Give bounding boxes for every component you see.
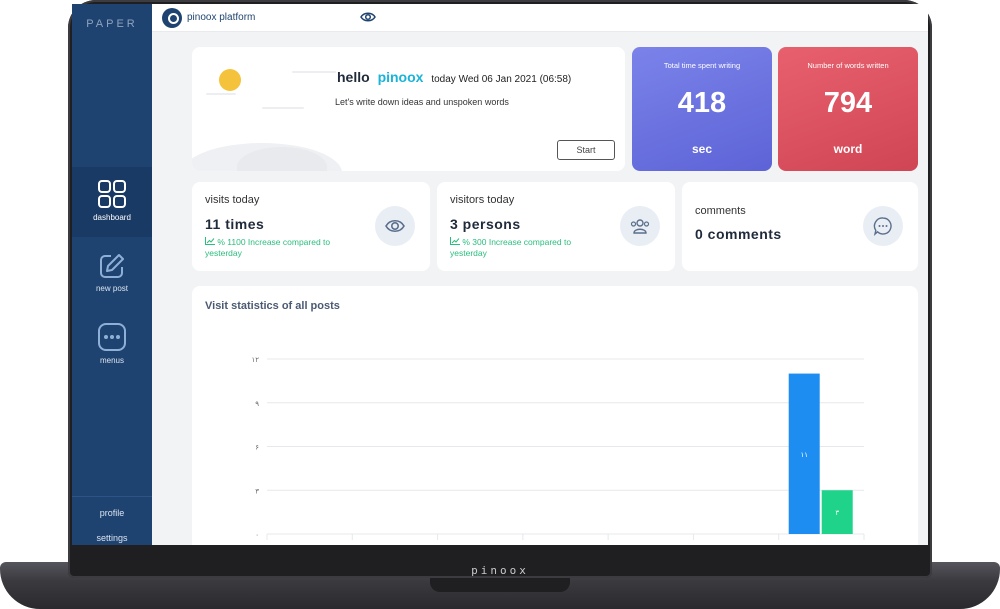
sidebar-settings-link[interactable]: settings <box>72 533 152 543</box>
visits-card: visits today 11 times % 1100 Increase co… <box>192 182 430 271</box>
sidebar-item-menus[interactable]: menus <box>72 310 152 380</box>
pinoox-logo-icon <box>162 8 182 28</box>
visits-value: 11 times <box>205 216 265 232</box>
time-spent-card: Total time spent writing 418 sec <box>632 47 772 171</box>
greeting-word: hello <box>337 69 370 85</box>
visit-statistics-card: Visit statistics of all posts ۰ ۳ ۶ ۹ ۱۲ ۱۱ ۳ <box>192 286 918 545</box>
app-screen: PAPER dashboard new post menus profile s… <box>72 4 928 545</box>
app-logo: PAPER <box>86 18 138 30</box>
y-tick-label: ۱۲ <box>251 356 259 364</box>
visits-trend-text: % 1100 Increase compared to yesterday <box>205 237 331 258</box>
time-spent-title: Total time spent writing <box>663 61 741 70</box>
username: pinoox <box>377 69 424 85</box>
edit-icon <box>100 254 124 278</box>
y-tick-label: ۹ <box>255 400 259 408</box>
comments-label: comments <box>695 205 746 217</box>
trend-up-icon <box>450 237 460 245</box>
bar-value-label: ۱۱ <box>800 451 808 459</box>
trend-up-icon <box>205 237 215 245</box>
visits-trend: % 1100 Increase compared to yesterday <box>205 237 365 259</box>
sun-illustration <box>219 69 241 91</box>
welcome-card: hello pinoox today Wed 06 Jan 2021 (06:5… <box>192 47 625 171</box>
words-written-value: 794 <box>823 87 873 119</box>
top-bar: pinoox platform <box>152 4 928 32</box>
device-brand: pinoox <box>471 564 529 577</box>
visits-label: visits today <box>205 194 260 206</box>
visitors-value: 3 persons <box>450 216 521 232</box>
visitors-trend-text: % 300 Increase compared to yesterday <box>450 237 572 258</box>
words-written-title: Number of words written <box>807 61 889 70</box>
users-icon <box>630 219 650 234</box>
start-button[interactable]: Start <box>557 140 615 160</box>
y-tick-label: ۰ <box>255 531 259 539</box>
time-spent-value: 418 <box>677 87 727 119</box>
current-date: today Wed 06 Jan 2021 (06:58) <box>431 74 572 85</box>
welcome-subtitle: Let's write down ideas and unspoken word… <box>335 97 509 107</box>
sidebar-item-label: dashboard <box>93 213 131 222</box>
y-tick-label: ۳ <box>255 487 259 495</box>
comments-value: 0 comments <box>695 226 782 242</box>
comments-card: comments 0 comments <box>682 182 918 271</box>
comments-icon-circle <box>863 206 903 246</box>
eye-icon[interactable] <box>360 11 376 23</box>
time-spent-unit: sec <box>691 142 713 156</box>
sidebar: PAPER dashboard new post menus profile s… <box>72 4 152 545</box>
visitors-label: visitors today <box>450 194 515 206</box>
words-written-card: Number of words written 794 word <box>778 47 918 171</box>
cloud-line <box>262 107 304 109</box>
visitors-trend: % 300 Increase compared to yesterday <box>450 237 610 259</box>
dots-square-icon <box>98 323 126 351</box>
bar-value-label: ۳ <box>835 509 839 517</box>
eye-icon <box>385 219 405 233</box>
sidebar-item-new-post[interactable]: new post <box>72 240 152 310</box>
y-tick-label: ۶ <box>255 444 259 452</box>
sidebar-item-dashboard[interactable]: dashboard <box>72 167 152 237</box>
sidebar-divider <box>72 496 152 497</box>
visitors-card: visitors today 3 persons % 300 Increase … <box>437 182 675 271</box>
sidebar-item-label: menus <box>99 356 124 365</box>
sidebar-item-label: new post <box>95 284 129 293</box>
cloud-line <box>292 71 336 73</box>
grid-icon <box>98 180 126 208</box>
platform-name[interactable]: pinoox platform <box>187 12 255 23</box>
visits-icon-circle <box>375 206 415 246</box>
cloud-line <box>206 93 236 95</box>
sidebar-profile-link[interactable]: profile <box>72 508 152 518</box>
words-written-unit: word <box>833 142 863 156</box>
visitors-icon-circle <box>620 206 660 246</box>
laptop-hinge <box>430 578 570 592</box>
visit-statistics-chart: ۰ ۳ ۶ ۹ ۱۲ ۱۱ ۳ <box>251 356 865 540</box>
chat-bubble-icon <box>873 217 892 236</box>
greeting-line: hello pinoox today Wed 06 Jan 2021 (06:5… <box>337 69 571 85</box>
